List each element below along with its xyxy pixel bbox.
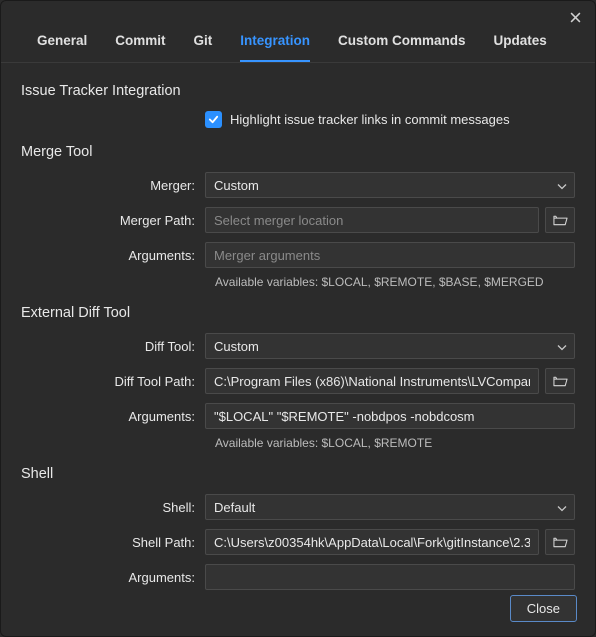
merger-helper-text: Available variables: $LOCAL, $REMOTE, $B…	[215, 275, 575, 289]
diff-tool-path-input[interactable]	[205, 368, 539, 394]
tab-general[interactable]: General	[37, 33, 87, 62]
folder-open-icon	[553, 536, 568, 548]
close-button[interactable]: Close	[510, 595, 577, 622]
section-diff-tool-title: External Diff Tool	[21, 305, 575, 321]
highlight-links-checkbox[interactable]	[205, 111, 222, 128]
diff-arguments-label: Arguments:	[21, 409, 205, 424]
highlight-links-label: Highlight issue tracker links in commit …	[230, 112, 510, 127]
tab-custom-commands[interactable]: Custom Commands	[338, 33, 466, 62]
merger-path-browse-button[interactable]	[545, 207, 575, 233]
section-merge-tool-title: Merge Tool	[21, 144, 575, 160]
merger-arguments-input[interactable]	[205, 242, 575, 268]
shell-select[interactable]: Default	[205, 494, 575, 520]
tab-commit[interactable]: Commit	[115, 33, 165, 62]
merger-path-label: Merger Path:	[21, 213, 205, 228]
shell-path-input[interactable]	[205, 529, 539, 555]
tab-updates[interactable]: Updates	[494, 33, 547, 62]
diff-arguments-input[interactable]	[205, 403, 575, 429]
merger-label: Merger:	[21, 178, 205, 193]
check-icon	[208, 114, 219, 125]
merger-select[interactable]: Custom	[205, 172, 575, 198]
tab-bar: General Commit Git Integration Custom Co…	[1, 33, 595, 63]
diff-tool-label: Diff Tool:	[21, 339, 205, 354]
shell-path-label: Shell Path:	[21, 535, 205, 550]
close-icon	[570, 12, 581, 23]
shell-arguments-input[interactable]	[205, 564, 575, 590]
tab-integration[interactable]: Integration	[240, 33, 310, 62]
diff-tool-path-label: Diff Tool Path:	[21, 374, 205, 389]
diff-tool-path-browse-button[interactable]	[545, 368, 575, 394]
section-shell-title: Shell	[21, 466, 575, 482]
shell-path-browse-button[interactable]	[545, 529, 575, 555]
shell-label: Shell:	[21, 500, 205, 515]
diff-helper-text: Available variables: $LOCAL, $REMOTE	[215, 436, 575, 450]
window-close-button[interactable]	[565, 7, 585, 27]
tab-git[interactable]: Git	[194, 33, 213, 62]
shell-arguments-label: Arguments:	[21, 570, 205, 585]
folder-open-icon	[553, 375, 568, 387]
folder-open-icon	[553, 214, 568, 226]
diff-tool-select[interactable]: Custom	[205, 333, 575, 359]
merger-path-input[interactable]	[205, 207, 539, 233]
merger-arguments-label: Arguments:	[21, 248, 205, 263]
section-issue-tracker-title: Issue Tracker Integration	[21, 83, 575, 99]
